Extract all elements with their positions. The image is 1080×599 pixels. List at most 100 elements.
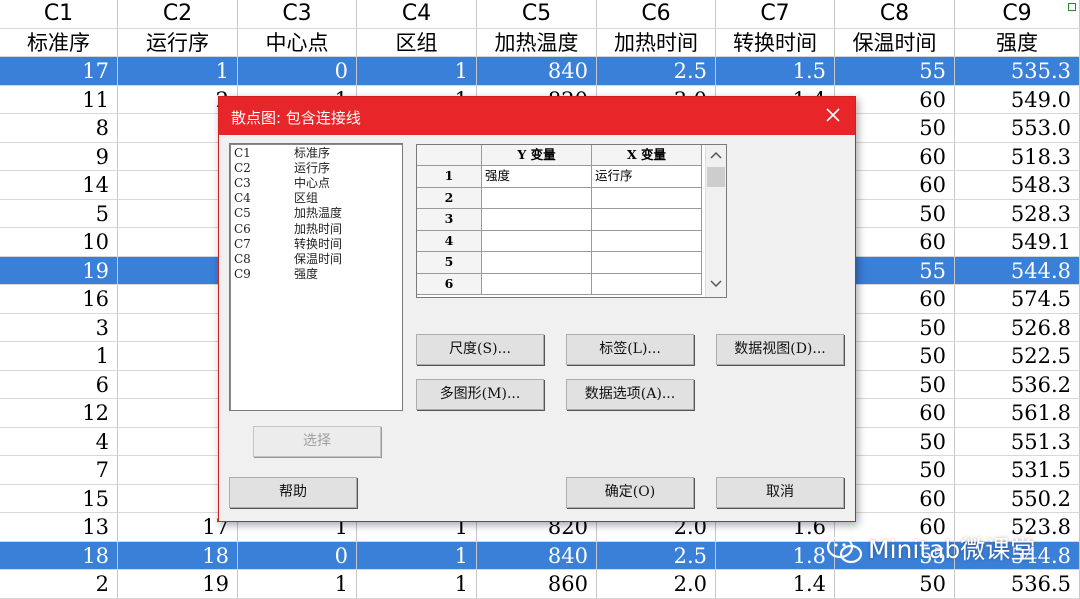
worksheet-cell[interactable]: 3 (0, 313, 118, 342)
worksheet-cell[interactable]: 544.8 (955, 256, 1080, 285)
worksheet-cell[interactable]: 1 (118, 57, 238, 86)
worksheet-cell[interactable]: 17 (0, 57, 118, 86)
worksheet-cell[interactable]: 2.5 (597, 57, 716, 86)
column-name-c6[interactable]: 加热时间 (597, 28, 716, 57)
column-id-c3[interactable]: C3 (238, 0, 357, 29)
worksheet-cell[interactable]: 1.4 (716, 570, 835, 599)
grid-scrollbar[interactable] (705, 145, 726, 297)
column-id-c2[interactable]: C2 (118, 0, 238, 29)
worksheet-cell[interactable]: 536.2 (955, 370, 1080, 399)
worksheet-cell[interactable]: 1 (357, 570, 477, 599)
column-id-c6[interactable]: C6 (597, 0, 716, 29)
column-id-c7[interactable]: C7 (716, 0, 835, 29)
grid-y-variable-cell[interactable]: 强度 (482, 166, 592, 188)
worksheet-cell[interactable]: 2.5 (597, 541, 716, 570)
worksheet-cell[interactable]: 19 (0, 256, 118, 285)
worksheet-cell[interactable]: 16 (0, 285, 118, 314)
worksheet-cell[interactable]: 528.3 (955, 199, 1080, 228)
worksheet-cell[interactable]: 50 (835, 570, 955, 599)
cancel-button[interactable]: 取消 (716, 477, 844, 508)
worksheet-cell[interactable]: 18 (0, 541, 118, 570)
worksheet-cell[interactable]: 10 (0, 228, 118, 257)
multiple-graphs-button[interactable]: 多图形(M)... (416, 379, 544, 410)
scale-button[interactable]: 尺度(S)... (416, 334, 544, 365)
variable-grid[interactable]: Y 变量 X 变量 1 强度 运行序 2 3 4 5 6 (416, 144, 727, 298)
help-button[interactable]: 帮助 (229, 477, 357, 508)
worksheet-cell[interactable]: 550.2 (955, 484, 1080, 513)
column-name-c9[interactable]: 强度 (955, 28, 1080, 57)
grid-y-variable-cell[interactable] (482, 187, 592, 209)
worksheet-cell[interactable]: 522.5 (955, 342, 1080, 371)
close-icon[interactable] (819, 103, 847, 129)
worksheet-cell[interactable]: 2.0 (597, 570, 716, 599)
worksheet-cell[interactable]: 531.5 (955, 456, 1080, 485)
worksheet-cell[interactable]: 14 (0, 171, 118, 200)
grid-x-variable-cell[interactable] (592, 252, 702, 274)
worksheet-cell[interactable]: 548.3 (955, 171, 1080, 200)
worksheet-cell[interactable]: 840 (477, 541, 597, 570)
worksheet-cell[interactable]: 860 (477, 570, 597, 599)
column-id-c8[interactable]: C8 (835, 0, 955, 29)
worksheet-cell[interactable]: 1 (238, 570, 357, 599)
worksheet-cell[interactable]: 1 (357, 541, 477, 570)
grid-x-variable-cell[interactable] (592, 209, 702, 231)
labels-button[interactable]: 标签(L)... (566, 334, 694, 365)
worksheet-cell[interactable]: 7 (0, 456, 118, 485)
grid-x-variable-cell[interactable] (592, 273, 702, 295)
worksheet-cell[interactable]: 549.0 (955, 85, 1080, 114)
worksheet-cell[interactable]: 19 (118, 570, 238, 599)
column-name-c5[interactable]: 加热温度 (477, 28, 597, 57)
grid-y-variable-cell[interactable] (482, 209, 592, 231)
grid-y-variable-cell[interactable] (482, 273, 592, 295)
data-options-button[interactable]: 数据选项(A)... (566, 379, 694, 410)
column-name-c7[interactable]: 转换时间 (716, 28, 835, 57)
column-name-c8[interactable]: 保温时间 (835, 28, 955, 57)
worksheet-cell[interactable]: 2 (0, 570, 118, 599)
grid-x-variable-cell[interactable]: 运行序 (592, 166, 702, 188)
worksheet-cell[interactable]: 518.3 (955, 142, 1080, 171)
worksheet-cell[interactable]: 0 (238, 57, 357, 86)
grid-x-variable-cell[interactable] (592, 230, 702, 252)
column-name-c2[interactable]: 运行序 (118, 28, 238, 57)
column-name-c4[interactable]: 区组 (357, 28, 477, 57)
worksheet-cell[interactable]: 55 (835, 57, 955, 86)
grid-x-variable-cell[interactable] (592, 187, 702, 209)
dialog-title-bar[interactable]: 散点图: 包含连接线 (219, 97, 855, 135)
column-id-c4[interactable]: C4 (357, 0, 477, 29)
worksheet-cell[interactable]: 535.3 (955, 57, 1080, 86)
column-name-c1[interactable]: 标准序 (0, 28, 118, 57)
variable-list[interactable]: C1 标准序 C2 运行序 C3 中心点 C4 区组 C5 加热温度 C6 加热时间 C7 转换时间 C8 保… (229, 143, 403, 411)
worksheet-cell[interactable]: 1.5 (716, 57, 835, 86)
worksheet-cell[interactable]: 5 (0, 199, 118, 228)
worksheet-cell[interactable]: 1 (0, 342, 118, 371)
worksheet-cell[interactable]: 1.8 (716, 541, 835, 570)
worksheet-cell[interactable]: 4 (0, 427, 118, 456)
worksheet-cell[interactable]: 11 (0, 85, 118, 114)
column-id-c5[interactable]: C5 (477, 0, 597, 29)
data-view-button[interactable]: 数据视图(D)... (716, 334, 844, 365)
worksheet-cell[interactable]: 13 (0, 513, 118, 542)
worksheet-cell[interactable]: 9 (0, 142, 118, 171)
grid-y-variable-cell[interactable] (482, 230, 592, 252)
worksheet-cell[interactable]: 15 (0, 484, 118, 513)
worksheet-cell[interactable]: 12 (0, 399, 118, 428)
worksheet-cell[interactable]: 574.5 (955, 285, 1080, 314)
worksheet-cell[interactable]: 18 (118, 541, 238, 570)
grid-y-variable-cell[interactable] (482, 252, 592, 274)
worksheet-cell[interactable]: 0 (238, 541, 357, 570)
column-id-c9[interactable]: C9 (955, 0, 1080, 29)
column-id-c1[interactable]: C1 (0, 0, 118, 29)
worksheet-cell[interactable]: 549.1 (955, 228, 1080, 257)
worksheet-cell[interactable]: 6 (0, 370, 118, 399)
worksheet-cell[interactable]: 840 (477, 57, 597, 86)
worksheet-cell[interactable]: 8 (0, 114, 118, 143)
worksheet-cell[interactable]: 561.8 (955, 399, 1080, 428)
select-button[interactable]: 选择 (253, 426, 381, 457)
worksheet-cell[interactable]: 536.5 (955, 570, 1080, 599)
worksheet-cell[interactable]: 551.3 (955, 427, 1080, 456)
ok-button[interactable]: 确定(O) (566, 477, 694, 508)
column-name-c3[interactable]: 中心点 (238, 28, 357, 57)
worksheet-cell[interactable]: 1 (357, 57, 477, 86)
worksheet-cell[interactable]: 553.0 (955, 114, 1080, 143)
worksheet-cell[interactable]: 526.8 (955, 313, 1080, 342)
